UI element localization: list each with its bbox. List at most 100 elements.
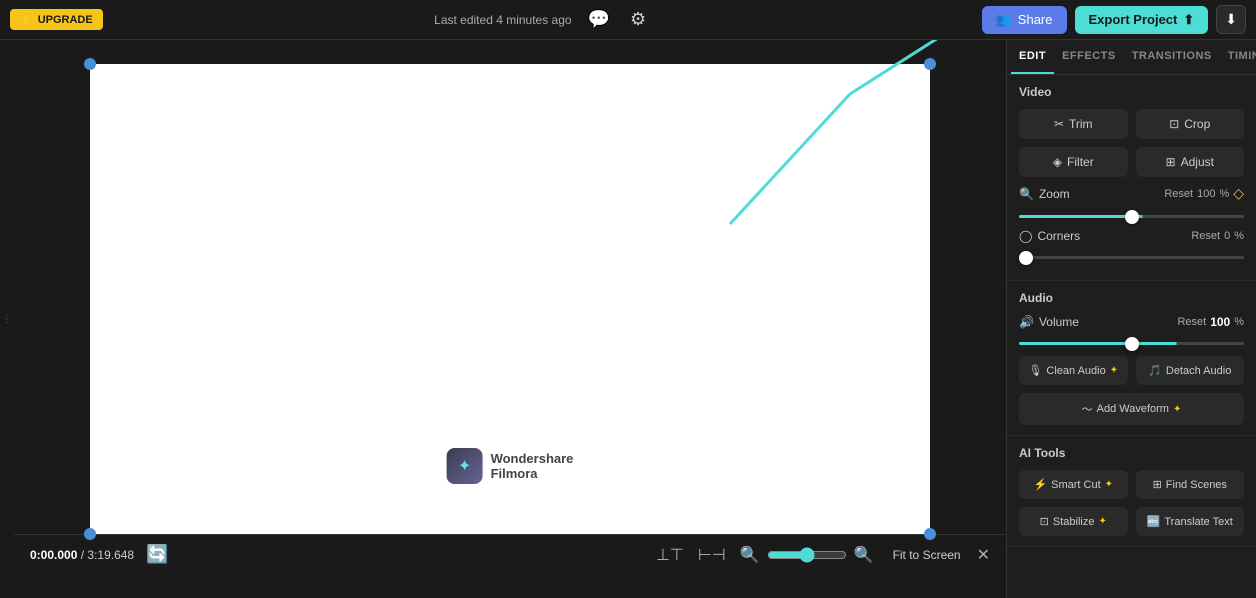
corner-handle-top-right[interactable] <box>924 58 936 70</box>
detach-audio-button[interactable]: 🎵 Detach Audio <box>1136 356 1245 385</box>
smart-cut-icon: ⚡ <box>1033 478 1047 491</box>
split-clips-icon-button[interactable]: ⊥⊤ <box>653 542 687 568</box>
stabilize-button[interactable]: ⊡ Stabilize ✦ <box>1019 507 1128 536</box>
zoom-label-text: Zoom <box>1039 187 1070 201</box>
volume-unit: % <box>1234 316 1244 328</box>
panel-tabs: EDIT EFFECTS TRANSITIONS TIMING <box>1007 40 1256 75</box>
volume-value: 100 <box>1210 315 1230 329</box>
download-icon: ⬇ <box>1225 11 1237 27</box>
zoom-label-row: 🔍 Zoom Reset 100 % ◇ <box>1019 185 1244 202</box>
chat-icon-button[interactable]: 💬 <box>584 5 614 34</box>
clean-audio-button[interactable]: 🎙 Clean Audio ✦ <box>1019 356 1128 385</box>
smart-cut-label: Smart Cut <box>1051 479 1101 491</box>
trim-label: Trim <box>1069 117 1093 131</box>
volume-range-input[interactable] <box>1019 342 1244 345</box>
canvas-zoom-slider[interactable] <box>767 547 847 563</box>
fit-to-screen-button[interactable]: Fit to Screen <box>885 544 969 566</box>
left-sidebar[interactable]: ··· <box>0 40 14 598</box>
audio-section: Audio 🔊 Volume Reset 100 % <box>1007 281 1256 436</box>
video-frame: ✦ Wondershare Filmora <box>90 64 930 534</box>
trim-button[interactable]: ✂ Trim <box>1019 109 1128 139</box>
clean-audio-label: Clean Audio <box>1046 365 1105 377</box>
main-content: ··· <box>0 40 1256 598</box>
corners-icon: ◯ <box>1019 229 1032 243</box>
spinner-icon[interactable]: 🔄 <box>146 544 168 565</box>
ai-tools-section: AI Tools ⚡ Smart Cut ✦ ⊞ Find Scenes ⊡ S… <box>1007 436 1256 547</box>
upgrade-button[interactable]: ⚡ UPGRADE <box>10 9 103 30</box>
clean-audio-sparkle-icon: ✦ <box>1110 365 1118 376</box>
detach-audio-label: Detach Audio <box>1166 365 1231 377</box>
watermark-icon: ✦ <box>447 448 483 484</box>
volume-slider-row: 🔊 Volume Reset 100 % <box>1019 315 1244 348</box>
corner-handle-top-left[interactable] <box>84 58 96 70</box>
zoom-in-icon-button[interactable]: 🔍 <box>851 542 877 568</box>
stabilize-label: Stabilize <box>1053 516 1095 528</box>
adjust-button[interactable]: ⊞ Adjust <box>1136 147 1245 177</box>
crop-button[interactable]: ⊡ Crop <box>1136 109 1245 139</box>
zoom-slider-row: 🔍 Zoom Reset 100 % ◇ <box>1019 185 1244 221</box>
translate-label: Translate Text <box>1164 516 1232 528</box>
tab-transitions[interactable]: TRANSITIONS <box>1124 40 1220 74</box>
add-waveform-button[interactable]: 〜 Add Waveform ✦ <box>1019 393 1244 425</box>
topbar-center: Last edited 4 minutes ago 💬 ⚙ <box>103 5 982 34</box>
filter-label: Filter <box>1067 155 1094 169</box>
adjust-icon: ⊞ <box>1166 155 1176 169</box>
waveform-sparkle-icon: ✦ <box>1173 404 1181 415</box>
watermark-name: Wondershare <box>491 451 574 466</box>
bottom-controls: ⊥⊤ ⊢⊣ 🔍 🔍 Fit to Screen ✕ <box>653 542 990 568</box>
find-scenes-button[interactable]: ⊞ Find Scenes <box>1136 470 1245 499</box>
corners-reset-button[interactable]: Reset <box>1191 230 1220 242</box>
right-panel: EDIT EFFECTS TRANSITIONS TIMING Video ✂ … <box>1006 40 1256 598</box>
close-button[interactable]: ✕ <box>977 545 990 565</box>
tab-timing[interactable]: TIMING <box>1220 40 1256 74</box>
corners-range-input[interactable] <box>1019 256 1244 259</box>
settings-icon-button[interactable]: ⚙ <box>626 5 650 34</box>
filter-icon: ◈ <box>1053 155 1062 169</box>
upgrade-label: UPGRADE <box>38 14 93 26</box>
export-project-button[interactable]: Export Project ⬆ <box>1075 6 1209 34</box>
time-display: 0:00.000 / 3:19.648 <box>30 548 134 562</box>
stabilize-icon: ⊡ <box>1040 515 1049 528</box>
translate-icon: 🔤 <box>1147 515 1161 528</box>
zoom-unit: % <box>1219 188 1229 200</box>
watermark-text: Wondershare Filmora <box>491 451 574 481</box>
zoom-out-icon-button[interactable]: 🔍 <box>737 542 763 568</box>
audio-btn-row: 🎙 Clean Audio ✦ 🎵 Detach Audio <box>1019 356 1244 385</box>
corner-handle-bottom-left[interactable] <box>84 528 96 540</box>
download-button[interactable]: ⬇ <box>1216 5 1246 34</box>
volume-reset-button[interactable]: Reset <box>1177 316 1206 328</box>
corner-handle-bottom-right[interactable] <box>924 528 936 540</box>
find-scenes-icon: ⊞ <box>1153 478 1162 491</box>
filter-adjust-row: ◈ Filter ⊞ Adjust <box>1019 147 1244 177</box>
share-button[interactable]: 👥 Share <box>982 6 1067 34</box>
waveform-icon: 〜 <box>1082 401 1093 417</box>
zoom-search-icon: 🔍 <box>1019 187 1034 201</box>
clean-audio-icon: 🎙 <box>1028 364 1042 377</box>
filter-button[interactable]: ◈ Filter <box>1019 147 1128 177</box>
corners-label: ◯ Corners <box>1019 229 1080 243</box>
zoom-value: 100 <box>1197 188 1215 200</box>
detach-audio-icon: 🎵 <box>1148 364 1162 377</box>
audio-section-title: Audio <box>1019 291 1244 305</box>
zoom-range-input[interactable] <box>1019 215 1244 218</box>
trim-crop-row: ✂ Trim ⊡ Crop <box>1019 109 1244 139</box>
zoom-keyframe-button[interactable]: ◇ <box>1233 185 1244 202</box>
trim-icon-button[interactable]: ⊢⊣ <box>695 542 729 568</box>
tab-edit[interactable]: EDIT <box>1011 40 1054 74</box>
smart-cut-button[interactable]: ⚡ Smart Cut ✦ <box>1019 470 1128 499</box>
bottom-bar: 0:00.000 / 3:19.648 🔄 ⊥⊤ ⊢⊣ 🔍 🔍 Fit to S… <box>14 534 1006 574</box>
zoom-label: 🔍 Zoom <box>1019 187 1070 201</box>
find-scenes-label: Find Scenes <box>1166 479 1227 491</box>
volume-icon: 🔊 <box>1019 315 1034 329</box>
crop-label: Crop <box>1184 117 1210 131</box>
current-time: 0:00.000 <box>30 548 77 562</box>
tab-effects[interactable]: EFFECTS <box>1054 40 1124 74</box>
corners-slider-row: ◯ Corners Reset 0 % <box>1019 229 1244 262</box>
canvas-area: ✦ Wondershare Filmora 0:00.000 / 3:19.64… <box>14 40 1006 598</box>
corners-label-text: Corners <box>1037 229 1080 243</box>
volume-label: 🔊 Volume <box>1019 315 1079 329</box>
volume-label-text: Volume <box>1039 315 1079 329</box>
volume-label-row: 🔊 Volume Reset 100 % <box>1019 315 1244 329</box>
zoom-reset-button[interactable]: Reset <box>1164 188 1193 200</box>
translate-text-button[interactable]: 🔤 Translate Text <box>1136 507 1245 536</box>
